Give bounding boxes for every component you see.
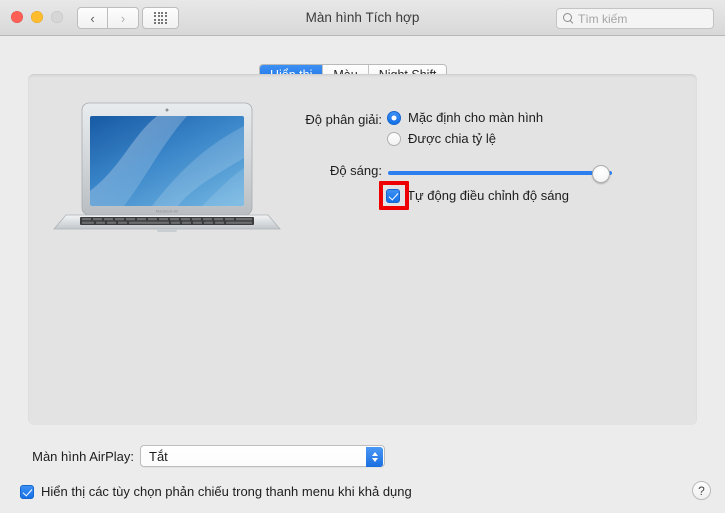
annotation-highlight-rectangle xyxy=(379,181,409,210)
search-placeholder: Tìm kiếm xyxy=(578,11,628,26)
search-icon xyxy=(563,13,574,24)
svg-text:MacBook Air: MacBook Air xyxy=(156,209,179,214)
mirroring-options-checkbox[interactable] xyxy=(20,484,34,499)
auto-brightness-row[interactable]: Tự động điều chỉnh độ sáng xyxy=(386,188,569,203)
airplay-selected-value: Tắt xyxy=(149,448,168,464)
display-preferences-window: ‹ › Màn hình Tích hợp Tìm kiếm Hiển thị … xyxy=(0,0,725,513)
airplay-display-popup-button[interactable]: Tắt xyxy=(140,445,385,467)
help-button[interactable]: ? xyxy=(692,481,711,500)
chevron-updown-icon[interactable] xyxy=(366,447,383,467)
mirroring-options-label: Hiển thị các tùy chọn phản chiếu trong t… xyxy=(41,484,412,499)
radio-selected-icon xyxy=(387,110,401,125)
mirroring-options-row[interactable]: Hiển thị các tùy chọn phản chiếu trong t… xyxy=(20,484,412,499)
radio-scaled[interactable]: Được chia tỷ lệ xyxy=(387,131,496,146)
window-titlebar: ‹ › Màn hình Tích hợp Tìm kiếm xyxy=(0,0,725,36)
brightness-label: Độ sáng: xyxy=(329,163,382,178)
radio-unselected-icon xyxy=(387,131,401,146)
radio-default-for-display[interactable]: Mặc định cho màn hình xyxy=(387,110,543,125)
auto-brightness-label: Tự động điều chỉnh độ sáng xyxy=(407,188,569,203)
brightness-slider-track xyxy=(388,171,612,175)
brightness-slider-knob[interactable] xyxy=(592,165,610,183)
resolution-label: Độ phân giải: xyxy=(305,112,382,127)
airplay-display-label: Màn hình AirPlay: xyxy=(32,449,134,464)
search-field[interactable]: Tìm kiếm xyxy=(556,8,714,29)
radio-scaled-label: Được chia tỷ lệ xyxy=(408,131,497,146)
brightness-slider[interactable] xyxy=(388,165,620,183)
radio-default-label: Mặc định cho màn hình xyxy=(408,110,544,125)
